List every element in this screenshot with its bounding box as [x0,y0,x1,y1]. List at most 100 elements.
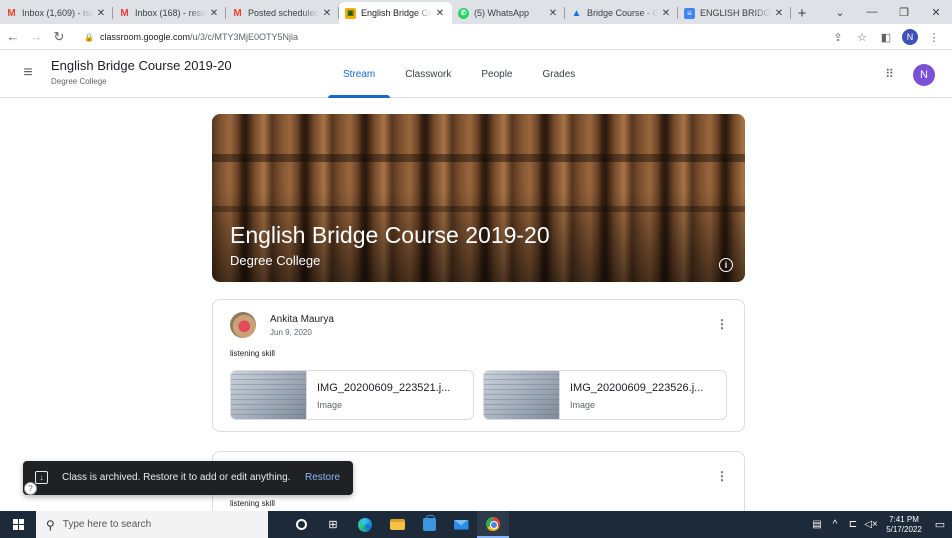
chevron-down-icon[interactable]: ⌄ [824,6,856,19]
tablet-mode-icon[interactable]: ▤ [808,519,826,530]
account-avatar[interactable]: N [913,64,935,86]
bookmark-star-icon[interactable]: ☆ [850,31,874,44]
new-tab-button[interactable]: + [791,2,813,24]
attachment-type: Image [570,400,596,410]
attachment-thumbnail [484,371,560,419]
banner-title[interactable]: English Bridge Course 2019-20 [230,222,550,249]
gmail-icon: M [7,7,16,19]
close-icon[interactable]: ✕ [434,8,446,19]
close-icon[interactable]: ✕ [208,8,220,19]
browser-tab-posted-scheduled[interactable]: M Posted scheduled ✕ [226,2,339,24]
attachment-thumbnail [231,371,307,419]
more-options-icon[interactable]: ⋮ [922,31,946,44]
search-icon: ⚲ [46,517,55,532]
attachment-name: IMG_20200609_223526.j... [570,382,704,394]
attachment-image[interactable]: IMG_20200609_223521.j... Image [230,370,474,420]
gmail-icon: M [233,7,242,19]
store-button[interactable] [413,511,445,538]
tab-title: Posted scheduled [248,8,319,18]
tab-title: (5) WhatsApp [474,8,530,18]
attachment-type: Image [317,400,343,410]
tab-title: Inbox (168) - rese [135,8,206,18]
browser-tab-inbox-2[interactable]: M Inbox (168) - rese ✕ [113,2,226,24]
close-icon[interactable]: ✕ [95,8,107,19]
notification-icon[interactable]: ▭ [928,518,952,531]
lock-icon[interactable]: 🔒 [84,33,94,42]
windows-taskbar: ⚲ Type here to search ⊞ ▤ ^ ⊏ ◁× 7:41 PM… [0,511,952,538]
task-view-button[interactable]: ⊞ [317,511,349,538]
post-author: Ankita Maurya [270,314,334,325]
tab-people[interactable]: People [466,50,527,98]
reload-icon[interactable]: ↻ [49,29,69,45]
browser-tab-classroom[interactable]: ▣ English Bridge Co ✕ [339,2,452,24]
attachment-image[interactable]: IMG_20200609_223526.j... Image [483,370,727,420]
restore-button[interactable]: Restore [305,472,340,483]
mail-button[interactable] [445,511,477,538]
tab-grades[interactable]: Grades [528,50,591,98]
tab-title: Bridge Course - G [587,8,658,18]
more-vert-icon[interactable]: ⋮ [716,318,728,330]
chevron-up-icon[interactable]: ^ [826,519,844,530]
tab-title: ENGLISH BRIDGE [700,8,771,18]
archived-snackbar: ↓ Class is archived. Restore it to add o… [23,461,353,495]
back-icon[interactable]: ← [3,29,23,44]
volume-icon[interactable]: ◁× [862,519,880,530]
course-banner: English Bridge Course 2019-20 Degree Col… [212,114,745,282]
close-window-icon[interactable]: ✕ [920,6,952,19]
edge-icon [358,517,372,532]
minimize-icon[interactable]: — [856,6,888,18]
restore-icon[interactable]: ❐ [888,6,920,19]
chrome-button[interactable] [477,511,509,538]
banner-subtitle: Degree College [230,253,321,268]
folder-icon [389,519,405,530]
post-date: Jun 9, 2020 [270,328,312,337]
forward-icon[interactable]: → [26,29,46,44]
close-icon[interactable]: ✕ [321,8,333,19]
store-icon [422,515,436,531]
archive-icon: ↓ [35,471,48,484]
help-icon[interactable]: ? [24,482,37,495]
course-title[interactable]: English Bridge Course 2019-20 [51,58,232,73]
clock-time: 7:41 PM [889,514,919,524]
close-icon[interactable]: ✕ [547,8,559,19]
whatsapp-icon: ✆ [458,7,469,19]
browser-tab-strip: M Inbox (1,609) - na ✕ M Inbox (168) - r… [0,0,952,24]
share-icon[interactable]: ⇪ [826,31,850,44]
edge-button[interactable] [349,511,381,538]
browser-tab-bridge-course[interactable]: ▲ Bridge Course - G ✕ [565,2,678,24]
tab-classwork[interactable]: Classwork [390,50,466,98]
tab-stream[interactable]: Stream [328,50,391,98]
windows-logo-icon [12,519,24,530]
chrome-icon [486,516,500,531]
taskbar-search-input[interactable]: ⚲ Type here to search [36,511,268,538]
clock[interactable]: 7:41 PM 5/17/2022 [880,515,928,535]
classroom-icon: ▣ [345,7,356,19]
clock-date: 5/17/2022 [886,524,922,534]
drive-icon: ▲ [571,7,582,19]
avatar [230,312,256,338]
address-bar: ← → ↻ 🔒 classroom.google.com/u/3/c/MTY3M… [0,24,952,50]
more-vert-icon[interactable]: ⋮ [716,470,728,482]
close-icon[interactable]: ✕ [660,8,672,19]
browser-tab-inbox-1[interactable]: M Inbox (1,609) - na ✕ [0,2,113,24]
url-input[interactable]: 🔒 classroom.google.com/u/3/c/MTY3MjE0OTY… [84,28,829,46]
cortana-button[interactable] [285,511,317,538]
browser-profile-avatar[interactable]: N [902,29,918,45]
main-menu-icon[interactable]: ≡ [19,64,37,82]
browser-tab-whatsapp[interactable]: ✆ (5) WhatsApp ✕ [452,2,565,24]
taskbar-apps: ⊞ [285,511,509,538]
browser-tab-english-bridge-form[interactable]: ≡ ENGLISH BRIDGE ✕ [678,2,791,24]
side-panel-icon[interactable]: ◧ [874,31,898,44]
google-apps-icon[interactable]: ⠿ [880,65,898,83]
snackbar-message: Class is archived. Restore it to add or … [62,472,291,483]
course-section: Degree College [51,77,107,86]
start-button[interactable] [0,511,36,538]
forms-icon: ≡ [684,7,695,19]
file-explorer-button[interactable] [381,511,413,538]
search-placeholder: Type here to search [62,519,152,530]
browser-toolbar-icons: ⇪ ☆ ◧ N ⋮ [826,28,946,46]
network-icon[interactable]: ⊏ [844,519,862,530]
tab-title: Inbox (1,609) - na [22,8,93,18]
info-icon[interactable]: i [719,258,733,272]
close-icon[interactable]: ✕ [773,8,785,19]
